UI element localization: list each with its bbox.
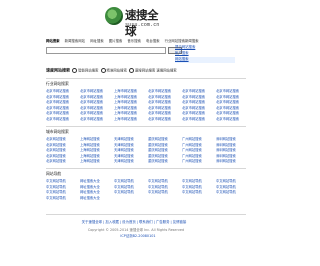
section-link[interactable]: 上海市网站搜索 [114, 117, 147, 123]
city-links-grid: 北京网站搜索 上海网站搜索 天津网站搜索 重庆网站搜索 广州网站搜索 深圳网站搜索 北京网站… [46, 137, 249, 165]
section-link[interactable]: 北京网站搜索 [46, 159, 79, 165]
logo-domain: susu.com.cn [125, 22, 160, 28]
section-link[interactable]: 中文网站导航 [216, 190, 249, 196]
section-link[interactable]: 中文网站导航 [182, 190, 215, 196]
section-link[interactable]: 北京市网站搜索 [46, 117, 79, 123]
divider [46, 126, 246, 127]
icp-license[interactable]: ICP证浙B2-20080101 [108, 234, 168, 239]
engine-lead: 速度网站搜索 [46, 67, 70, 73]
section-title-city: 城市网站搜索 [46, 129, 69, 134]
section-title-nav: 网站导航 [46, 171, 62, 176]
globe-logo-icon [105, 7, 123, 25]
engine-option-susu[interactable]: 速搜网站搜索 [135, 69, 155, 73]
radio-icon[interactable] [128, 68, 134, 73]
divider [46, 214, 246, 215]
nav-item-extra[interactable]: 行业网站搜索新闻搜索 [165, 39, 199, 43]
nav-item-url[interactable]: 网址搜索 [90, 39, 104, 43]
engine-option-precise[interactable]: 精准网站搜索 [107, 69, 127, 73]
divider [46, 78, 246, 79]
quick-links: 提交网站搜索 帐户搜索 网站搜索 [175, 45, 235, 63]
section-link[interactable]: 中文网站导航 [148, 190, 181, 196]
radio-icon[interactable] [100, 68, 106, 73]
section-link[interactable]: 中文网站导航 [46, 196, 79, 202]
section-title-industry: 行业网站搜索 [46, 81, 69, 86]
section-link[interactable]: 北京市网站搜索 [216, 117, 249, 123]
site-logo[interactable]: 速搜全球 susu.com.cn [103, 5, 165, 38]
section-link[interactable]: 上海网站搜索 [80, 159, 113, 165]
nav-links-grid: 中文网站导航 网址搜索大全 中文网站导航 中文网站导航 中文网站导航 中文网站导航 中文网站… [46, 179, 249, 201]
section-link[interactable]: 天津网站搜索 [114, 159, 147, 165]
section-link[interactable]: 重庆网站搜索 [148, 159, 181, 165]
section-link[interactable]: 网址搜索大全 [80, 196, 113, 202]
divider [46, 168, 246, 169]
quick-link-submit[interactable]: 提交网站搜索 [175, 45, 195, 49]
copyright-text: Copyright © 2005-2014 速搜全球 Inc. All Righ… [87, 228, 185, 232]
engine-options: 速度网站搜索 智能网站搜索 精准网站搜索 速搜网站搜索 速搜网站搜索 [46, 68, 246, 73]
nav-item-website[interactable]: 网站搜索 [46, 39, 60, 43]
quick-link-account[interactable]: 帐户搜索 [175, 51, 189, 55]
nav-item-radio[interactable]: 电台搜索 [146, 39, 160, 43]
footer-links[interactable]: 关于速搜全球 | 加入收藏 | 设为首页 | 联系我们 | 广告服务 | 友情链… [74, 220, 194, 225]
section-link[interactable]: 深圳网站搜索 [216, 159, 249, 165]
search-type-nav: 网站搜索 新闻搜索网站 网址搜索 图片搜索 音乐搜索 电台搜索 行业网站搜索新闻… [46, 39, 246, 44]
engine-tail: 速搜网站搜索 [156, 68, 177, 73]
nav-item-music[interactable]: 音乐搜索 [127, 39, 141, 43]
radio-icon[interactable] [72, 68, 78, 73]
quick-link-search[interactable]: 网站搜索 [175, 57, 189, 61]
section-link[interactable]: 中文网站导航 [114, 190, 147, 196]
section-link[interactable]: 北京市网站搜索 [80, 117, 113, 123]
nav-item-news[interactable]: 新闻搜索网站 [65, 39, 85, 43]
engine-option-smart[interactable]: 智能网站搜索 [78, 69, 98, 73]
section-link[interactable]: 北京市网站搜索 [148, 117, 181, 123]
section-link[interactable]: 广州网站搜索 [182, 159, 215, 165]
section-link[interactable]: 北京市网站搜索 [182, 117, 215, 123]
nav-item-image[interactable]: 图片搜索 [109, 39, 123, 43]
industry-links-grid: 北京市网站搜索 北京市网站搜索 上海市网站搜索 北京市网站搜索 北京市网站搜索 北京市网站… [46, 89, 249, 122]
search-input[interactable] [46, 47, 166, 54]
